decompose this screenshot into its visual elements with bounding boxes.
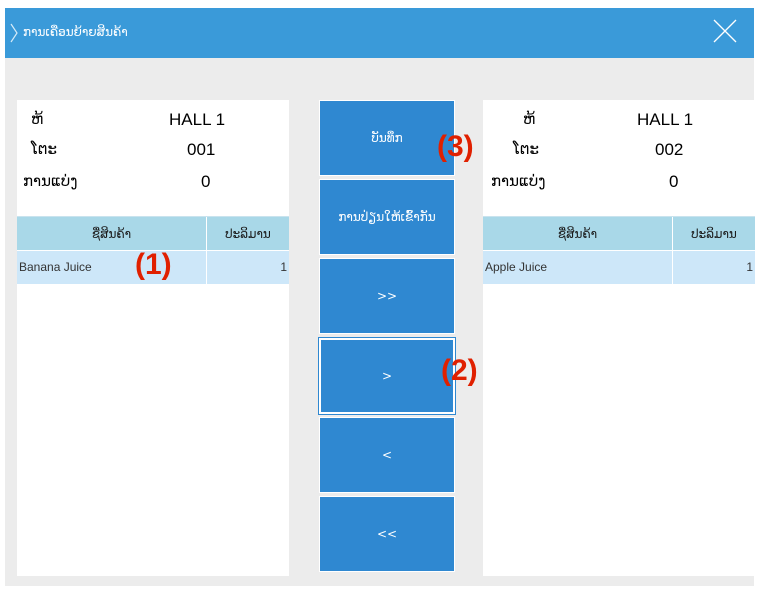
split-label: ການແບ່ງ: [491, 172, 546, 190]
zone-label: ຫ້: [31, 110, 44, 128]
close-icon[interactable]: [710, 16, 740, 46]
column-header-item-name[interactable]: ຊື່ສິນຄ້າ: [17, 217, 207, 251]
zone-label: ຫ້: [523, 110, 536, 128]
chevron-right-icon: [9, 22, 19, 48]
save-button[interactable]: ບັນທຶກ: [319, 100, 455, 176]
move-all-right-button[interactable]: >>: [319, 258, 455, 334]
table-label: ໂຕະ: [31, 140, 58, 158]
target-table-panel: ຫ້ HALL 1 ໂຕະ 002 ການແບ່ງ 0 ຊື່ສິນຄ້າ ປະ…: [483, 100, 755, 576]
merge-button[interactable]: ການປ່ຽນໃຫ້ເຂົ້າກັນ: [319, 179, 455, 255]
split-label: ການແບ່ງ: [23, 172, 78, 190]
split-value: 0: [201, 172, 211, 191]
grid-header: ຊື່ສິນຄ້າ ປະລິມານ: [17, 216, 289, 251]
split-value: 0: [669, 172, 679, 191]
zone-value: HALL 1: [637, 110, 694, 129]
column-header-quantity[interactable]: ປະລິມານ: [207, 217, 289, 251]
column-header-quantity[interactable]: ປະລິມານ: [673, 217, 755, 251]
annotation-3: (3): [437, 130, 474, 163]
grid-header: ຊື່ສິນຄ້າ ປະລິມານ: [483, 216, 755, 251]
title-bar: ການເຄືອນຍ້າຍສິນຄ້າ: [5, 8, 754, 58]
zone-value: HALL 1: [169, 110, 226, 129]
column-header-item-name[interactable]: ຊື່ສິນຄ້າ: [483, 217, 673, 251]
window-title: ການເຄືອນຍ້າຍສິນຄ້າ: [23, 25, 128, 39]
annotation-2: (2): [441, 354, 478, 387]
move-left-button[interactable]: <: [319, 417, 455, 493]
table-value: 002: [655, 140, 684, 159]
table-row[interactable]: Apple Juice 1: [483, 251, 755, 284]
move-right-button[interactable]: >: [319, 338, 455, 414]
move-items-dialog: ການເຄືອນຍ້າຍສິນຄ້າ ຫ້ HALL 1 ໂຕະ 001 ການ…: [5, 8, 755, 586]
item-name-cell[interactable]: Banana Juice: [17, 251, 207, 284]
item-name-cell[interactable]: Apple Juice: [483, 251, 673, 284]
move-all-left-button[interactable]: <<: [319, 496, 455, 572]
annotation-1: (1): [135, 248, 172, 281]
item-qty-cell[interactable]: 1: [207, 251, 289, 284]
source-table-panel: ຫ້ HALL 1 ໂຕະ 001 ການແບ່ງ 0 ຊື່ສິນຄ້າ ປະ…: [17, 100, 289, 576]
table-value: 001: [187, 140, 216, 159]
table-label: ໂຕະ: [513, 140, 540, 158]
item-qty-cell[interactable]: 1: [673, 251, 755, 284]
